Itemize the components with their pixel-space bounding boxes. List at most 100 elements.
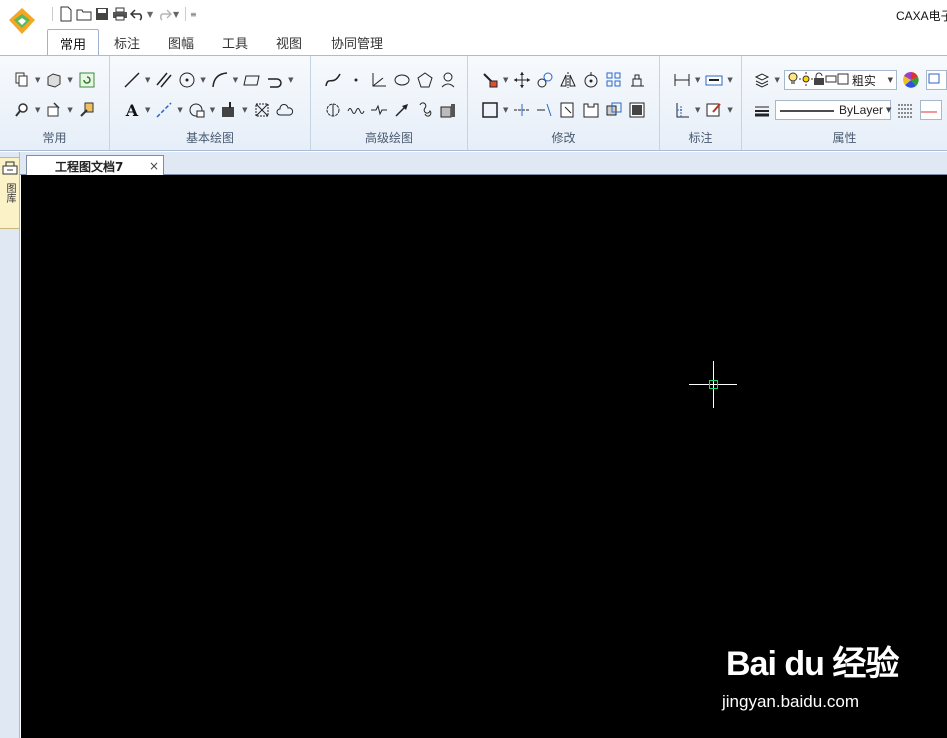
chamfer-icon[interactable] [581,100,601,120]
color-wheel-icon[interactable] [901,70,921,90]
dropdown-arrow-icon[interactable]: ▼ [67,76,72,84]
redo-icon[interactable] [155,5,173,23]
line-icon[interactable] [122,70,142,90]
new-file-icon[interactable] [57,5,75,23]
color-select[interactable] [925,70,947,90]
line-color-select[interactable] [920,100,942,120]
copy-object-icon[interactable] [535,70,555,90]
dropdown-arrow-icon[interactable]: ▼ [288,76,293,84]
block-icon[interactable] [44,70,64,90]
redo-dropdown-icon[interactable]: ▼ [173,5,181,23]
explode-icon[interactable] [604,100,624,120]
copy-icon[interactable] [12,70,32,90]
edit-annotation-icon[interactable] [704,100,724,120]
coordinate-dimension-icon[interactable] [672,100,692,120]
tab-common[interactable]: 常用 [47,29,100,56]
open-folder-icon[interactable] [75,5,93,23]
tab-collaboration[interactable]: 协同管理 [319,30,395,55]
stretch-icon[interactable] [627,70,647,90]
centerline-icon[interactable] [154,100,174,120]
dropdown-arrow-icon[interactable]: ▼ [695,76,700,84]
ellipse-icon[interactable] [392,70,412,90]
tab-tools[interactable]: 工具 [210,30,260,55]
spline-icon[interactable] [323,70,343,90]
document-title: 工程图文档7 [55,159,124,174]
close-icon[interactable]: × [149,159,159,173]
trim-icon[interactable] [512,100,532,120]
dropdown-arrow-icon[interactable]: ▼ [210,106,215,114]
undo-dropdown-icon[interactable]: ▼ [147,5,155,23]
dropdown-arrow-icon[interactable]: ▼ [67,106,72,114]
delete-icon[interactable] [480,70,500,90]
rectangle-icon[interactable] [242,70,262,90]
offset-icon[interactable] [627,100,647,120]
linear-dimension-icon[interactable] [672,70,692,90]
linetype-select[interactable]: ByLayer ▼ [775,100,891,120]
text-icon[interactable]: A [122,100,142,120]
rotate-icon[interactable] [581,70,601,90]
parallel-line-icon[interactable] [154,70,174,90]
layer-value: 粗实 [851,73,876,88]
layer-manager-icon[interactable] [752,70,772,90]
gear-icon[interactable] [323,100,343,120]
hatch-icon[interactable] [187,100,207,120]
group-common: ▼ ▼ ▼ ▼ 常用 [0,56,110,150]
break-line-icon[interactable] [369,100,389,120]
point-icon[interactable] [346,70,366,90]
dropdown-arrow-icon[interactable]: ▼ [35,106,40,114]
scale-icon[interactable] [558,100,578,120]
dropdown-arrow-icon[interactable]: ▼ [775,76,780,84]
layer-select[interactable]: 粗实 ▼ [783,70,898,90]
dropdown-arrow-icon[interactable]: ▼ [727,76,732,84]
dropdown-arrow-icon[interactable]: ▼ [35,76,40,84]
mirror-icon[interactable] [558,70,578,90]
arrow-icon[interactable] [392,100,412,120]
array-icon[interactable] [604,70,624,90]
dropdown-arrow-icon[interactable]: ▼ [503,76,508,84]
linetype-scale-icon[interactable] [895,100,915,120]
zoom-icon[interactable] [12,100,32,120]
refresh-icon[interactable] [77,70,97,90]
extend-icon[interactable] [535,100,555,120]
polygon-icon[interactable] [415,70,435,90]
dropdown-arrow-icon[interactable]: ▼ [242,106,247,114]
tab-sheet[interactable]: 图幅 [156,30,206,55]
block-insert-icon[interactable] [219,100,239,120]
cloud-icon[interactable] [275,100,295,120]
dropdown-arrow-icon[interactable]: ▼ [145,106,150,114]
wave-line-icon[interactable] [346,100,366,120]
angle-line-icon[interactable] [369,70,389,90]
dropdown-arrow-icon[interactable]: ▼ [727,106,732,114]
ribbon: ▼ ▼ ▼ ▼ 常用 ▼ ▼ ▼ ▼ A ▼ ▼ ▼ ▼ 基本绘图 高级绘图 ▼… [0,55,947,151]
dropdown-arrow-icon[interactable]: ▼ [177,106,182,114]
format-brush-icon[interactable] [77,100,97,120]
tab-view[interactable]: 视图 [264,30,314,55]
hole-axis-icon[interactable] [438,70,458,90]
properties-icon[interactable] [44,100,64,120]
dropdown-arrow-icon[interactable]: ▼ [695,106,700,114]
dropdown-arrow-icon[interactable]: ▼ [503,106,508,114]
group-row [311,98,467,122]
print-icon[interactable] [111,5,129,23]
text-annotation-icon[interactable] [704,70,724,90]
move-icon[interactable] [512,70,532,90]
color-box-icon [927,73,941,88]
tab-dimension[interactable]: 标注 [102,30,152,55]
dropdown-arrow-icon[interactable]: ▼ [233,76,238,84]
polyline-icon[interactable] [265,70,285,90]
document-tab[interactable]: 工程图文档7 × [26,155,164,176]
library-side-tab[interactable]: 图库 [0,157,20,229]
select-box-icon[interactable] [480,100,500,120]
customize-icon[interactable]: ≡ [190,5,198,23]
boundary-icon[interactable] [252,100,272,120]
helix-icon[interactable] [415,100,435,120]
arc-icon[interactable] [210,70,230,90]
line-weight-icon[interactable] [752,100,772,120]
save-icon[interactable] [93,5,111,23]
lock-icon [813,72,825,89]
undo-icon[interactable] [129,5,147,23]
dropdown-arrow-icon[interactable]: ▼ [145,76,150,84]
circle-icon[interactable] [177,70,197,90]
solid-fill-icon[interactable] [438,100,458,120]
dropdown-arrow-icon[interactable]: ▼ [200,76,205,84]
